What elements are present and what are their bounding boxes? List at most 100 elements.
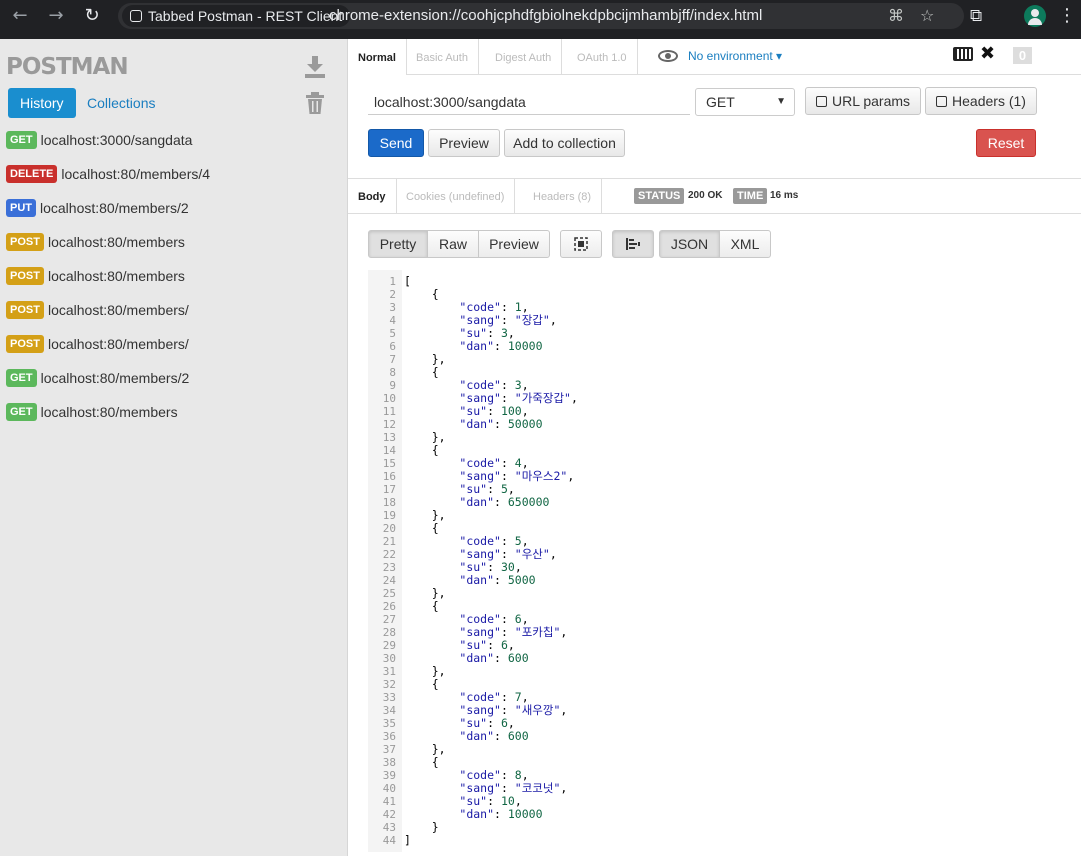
tab-collections[interactable]: Collections — [75, 88, 167, 118]
tab-oauth[interactable]: OAuth 1.0 — [567, 39, 638, 75]
method-badge: POST — [6, 233, 44, 251]
main-panel: Normal Basic Auth Digest Auth OAuth 1.0 … — [348, 39, 1081, 856]
response-body-editor[interactable]: 1 2 3 4 5 6 7 8 9 10 11 12 13 14 15 16 17 18 19 20 21 22 23 24 2… — [368, 270, 1058, 852]
history-list: GET localhost:3000/sangdata DELETE localho… — [0, 123, 348, 429]
add-to-collection-button[interactable]: Add to collection — [504, 129, 625, 157]
reset-button[interactable]: Reset — [976, 129, 1036, 157]
method-badge: GET — [6, 131, 37, 149]
menu-kebab-icon[interactable]: ⋮ — [1058, 5, 1076, 26]
profile-avatar[interactable] — [1024, 5, 1046, 27]
method-badge: POST — [6, 301, 44, 319]
translate-icon[interactable]: ⌘ — [888, 6, 904, 25]
tab-basic-auth[interactable]: Basic Auth — [406, 39, 479, 75]
site-chip[interactable]: Tabbed Postman - REST Client — [122, 5, 351, 27]
history-item[interactable]: GET localhost:3000/sangdata — [0, 123, 348, 157]
url-input[interactable] — [368, 89, 690, 115]
reload-icon[interactable]: ↻ — [80, 4, 104, 28]
line-number: 13 — [382, 431, 396, 444]
bookmark-star-icon[interactable]: ☆ — [920, 6, 934, 25]
tab-cookies[interactable]: Cookies (undefined) — [396, 179, 516, 214]
xml-button[interactable]: XML — [719, 230, 771, 258]
extensions-puzzle-icon[interactable]: ⧉ — [970, 6, 982, 26]
json-button[interactable]: JSON — [659, 230, 720, 258]
line-number: 42 — [382, 808, 396, 821]
response-preview-button[interactable]: Preview — [478, 230, 550, 258]
line-number: 22 — [382, 548, 396, 561]
url-params-label: URL params — [831, 93, 911, 109]
history-item[interactable]: DELETE localhost:80/members/4 — [0, 157, 348, 191]
history-item[interactable]: GET localhost:80/members — [0, 395, 348, 429]
history-url: localhost:80/members — [40, 404, 178, 420]
settings-tools-icon[interactable]: ✖ — [980, 43, 995, 64]
keyboard-icon[interactable] — [953, 47, 973, 61]
send-button[interactable]: Send — [368, 129, 424, 157]
line-number: 7 — [389, 353, 396, 366]
eye-icon — [658, 50, 678, 62]
tab-body[interactable]: Body — [348, 179, 397, 214]
line-number: 19 — [382, 509, 396, 522]
line-number: 41 — [382, 795, 396, 808]
line-number: 6 — [389, 340, 396, 353]
method-badge: PUT — [6, 199, 36, 217]
line-number: 18 — [382, 496, 396, 509]
fullscreen-button[interactable] — [560, 230, 602, 258]
history-item[interactable]: PUT localhost:80/members/2 — [0, 191, 348, 225]
line-number: 21 — [382, 535, 396, 548]
line-number: 8 — [389, 366, 396, 379]
download-icon[interactable] — [302, 53, 328, 79]
history-item[interactable]: POST localhost:80/members — [0, 225, 348, 259]
history-url: localhost:80/members — [47, 234, 185, 250]
tab-history[interactable]: History — [8, 88, 76, 118]
line-number: 27 — [382, 613, 396, 626]
browser-toolbar: ← → ↻ Tabbed Postman - REST Client chrom… — [0, 0, 1081, 39]
line-number: 12 — [382, 418, 396, 431]
line-number: 11 — [382, 405, 396, 418]
pretty-button[interactable]: Pretty — [368, 230, 428, 258]
edit-icon — [815, 96, 827, 107]
headers-button[interactable]: Headers (1) — [925, 87, 1037, 115]
history-item[interactable]: GET localhost:80/members/2 — [0, 361, 348, 395]
environment-label: No environment ▾ — [688, 49, 783, 63]
tab-normal[interactable]: Normal — [348, 39, 407, 75]
trash-icon[interactable] — [304, 91, 326, 115]
line-number: 37 — [382, 743, 396, 756]
method-select[interactable]: GET ▼ — [695, 88, 795, 116]
line-number: 15 — [382, 457, 396, 470]
tab-response-headers[interactable]: Headers (8) — [523, 179, 603, 214]
line-number: 30 — [382, 652, 396, 665]
preview-button[interactable]: Preview — [428, 129, 500, 157]
line-number: 33 — [382, 691, 396, 704]
history-item[interactable]: POST localhost:80/members/ — [0, 327, 348, 361]
address-bar[interactable]: Tabbed Postman - REST Client chrome-exte… — [118, 3, 964, 29]
site-chip-label: Tabbed Postman - REST Client — [148, 8, 343, 24]
address-url[interactable]: chrome-extension://coohjcphdfgbiolnekdpb… — [329, 6, 762, 26]
line-number: 3 — [389, 301, 396, 314]
line-number: 28 — [382, 626, 396, 639]
status-value: 200 OK — [688, 190, 723, 201]
history-item[interactable]: POST localhost:80/members — [0, 259, 348, 293]
wrap-lines-button[interactable] — [612, 230, 654, 258]
line-number: 38 — [382, 756, 396, 769]
line-number: 20 — [382, 522, 396, 535]
history-item[interactable]: POST localhost:80/members/ — [0, 293, 348, 327]
headers-label: Headers (1) — [952, 93, 1026, 109]
environment-selector[interactable]: No environment ▾ — [658, 49, 782, 63]
line-number: 10 — [382, 392, 396, 405]
method-badge: POST — [6, 267, 44, 285]
line-number-gutter: 1 2 3 4 5 6 7 8 9 10 11 12 13 14 15 16 17 18 19 20 21 22 23 24 2… — [368, 270, 402, 852]
back-arrow-icon[interactable]: ← — [8, 4, 32, 28]
line-number: 36 — [382, 730, 396, 743]
fullscreen-icon — [574, 237, 588, 251]
line-number: 1 — [389, 275, 396, 288]
url-params-button[interactable]: URL params — [805, 87, 921, 115]
tab-digest-auth[interactable]: Digest Auth — [485, 39, 563, 75]
count-badge: 0 — [1013, 47, 1032, 64]
raw-button[interactable]: Raw — [427, 230, 479, 258]
edit-icon — [936, 96, 948, 107]
history-url: localhost:80/members/4 — [61, 166, 211, 182]
line-number: 17 — [382, 483, 396, 496]
line-number: 34 — [382, 704, 396, 717]
history-url: localhost:80/members/2 — [40, 370, 190, 386]
forward-arrow-icon[interactable]: → — [44, 4, 68, 28]
method-badge: POST — [6, 335, 44, 353]
